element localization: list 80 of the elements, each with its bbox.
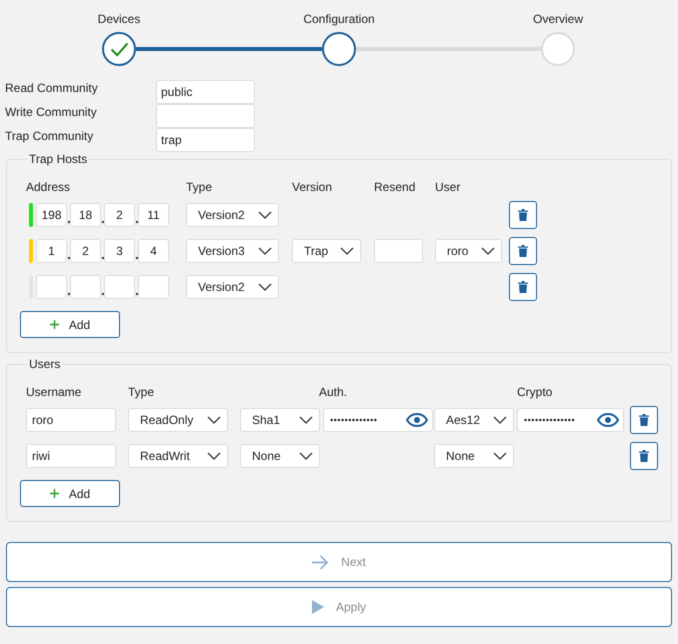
step-label: Devices	[98, 12, 140, 28]
trash-icon	[518, 245, 528, 257]
password-field[interactable]: •••••••••••••	[323, 408, 433, 432]
octet-field[interactable]: 18	[70, 203, 101, 227]
input-field[interactable]: public	[156, 80, 255, 104]
octet-field[interactable]: 1	[36, 239, 67, 263]
input-field[interactable]: trap	[156, 128, 255, 152]
chevron-down-icon	[207, 452, 221, 460]
dropdown[interactable]: Version3	[186, 239, 279, 263]
trash-icon	[639, 450, 649, 462]
column-header: Version	[292, 180, 334, 194]
dropdown[interactable]: Version2	[186, 275, 279, 299]
dropdown[interactable]: None	[434, 444, 514, 468]
column-header: Type	[128, 385, 156, 399]
octet-field[interactable]: 11	[138, 203, 169, 227]
input-field[interactable]: riwi	[26, 444, 116, 468]
section-title: Trap Hosts	[28, 152, 88, 166]
dropdown[interactable]: roro	[435, 239, 502, 263]
delete-button[interactable]	[509, 273, 537, 301]
input-field[interactable]: roro	[26, 408, 116, 432]
chevron-down-icon	[258, 247, 272, 255]
input-field[interactable]	[374, 239, 423, 263]
column-header: Username	[26, 385, 82, 399]
octet-field[interactable]: 4	[138, 239, 169, 263]
dropdown[interactable]: Version2	[186, 203, 279, 227]
password-field[interactable]: ••••••••••••••	[517, 408, 624, 432]
dropdown[interactable]: ReadOnly	[128, 408, 228, 432]
dropdown[interactable]: None	[240, 444, 320, 468]
delete-button[interactable]	[509, 237, 537, 265]
chevron-down-icon	[258, 211, 272, 219]
octet-field[interactable]	[70, 275, 101, 299]
plus-icon	[50, 320, 59, 329]
delete-button[interactable]	[630, 442, 658, 470]
field-label: Write Community	[5, 104, 98, 121]
play-icon	[312, 600, 324, 614]
step-label: Overview	[533, 12, 584, 28]
trash-icon	[518, 281, 528, 293]
column-header: Type	[186, 180, 214, 194]
dropdown[interactable]: Sha1	[240, 408, 320, 432]
plus-icon	[50, 489, 59, 498]
arrow-right-icon	[312, 554, 330, 570]
octet-field[interactable]	[104, 275, 135, 299]
chevron-down-icon	[493, 452, 507, 460]
chevron-down-icon	[481, 247, 495, 255]
step-circle[interactable]	[102, 32, 136, 66]
add-button[interactable]: Add	[20, 311, 120, 338]
chevron-down-icon	[340, 247, 354, 255]
check-icon	[110, 42, 128, 56]
column-header: Crypto	[517, 385, 554, 399]
chevron-down-icon	[299, 452, 313, 460]
dropdown[interactable]: ReadWrit	[128, 444, 228, 468]
chevron-down-icon	[299, 416, 313, 424]
chevron-down-icon	[258, 283, 272, 291]
column-header: Address	[26, 180, 72, 194]
section-title: Users	[28, 357, 62, 371]
octet-field[interactable]	[138, 275, 169, 299]
dropdown[interactable]: Trap	[292, 239, 361, 263]
octet-field[interactable]: 2	[104, 203, 135, 227]
step-label: Configuration	[303, 12, 375, 28]
field-label: Trap Community	[5, 128, 94, 145]
octet-field[interactable]: 198	[36, 203, 67, 227]
column-header: Auth.	[319, 385, 348, 399]
eye-icon[interactable]	[406, 413, 428, 427]
trash-icon	[639, 414, 649, 426]
field-label: Read Community	[5, 80, 99, 97]
add-button[interactable]: Add	[20, 480, 120, 507]
delete-button[interactable]	[509, 201, 537, 229]
octet-field[interactable]: 3	[104, 239, 135, 263]
eye-icon[interactable]	[597, 413, 619, 427]
column-header: Resend	[374, 180, 416, 194]
chevron-down-icon	[207, 416, 221, 424]
delete-button[interactable]	[630, 406, 658, 434]
input-field[interactable]	[156, 104, 255, 128]
chevron-down-icon	[493, 416, 507, 424]
trash-icon	[518, 209, 528, 221]
octet-field[interactable]	[36, 275, 67, 299]
octet-field[interactable]: 2	[70, 239, 101, 263]
column-header: User	[435, 180, 462, 194]
step-circle[interactable]	[322, 32, 356, 66]
dropdown[interactable]: Aes12	[434, 408, 514, 432]
